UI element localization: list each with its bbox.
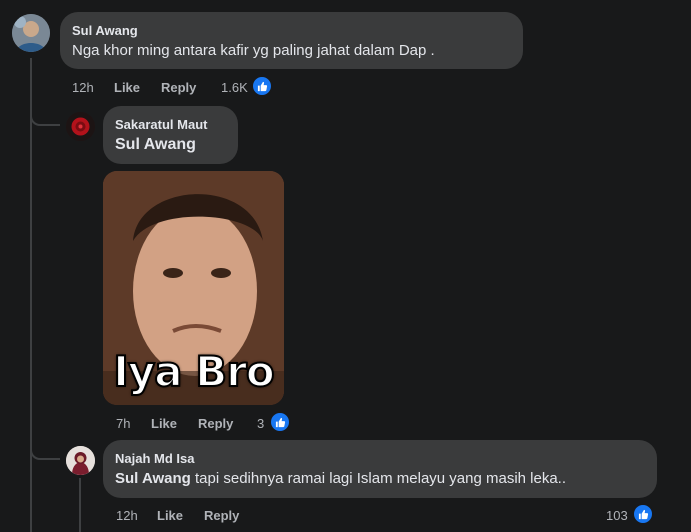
comment-timestamp[interactable]: 7h — [116, 416, 130, 431]
reply-button[interactable]: Reply — [198, 416, 233, 431]
thread-connector-1 — [30, 108, 60, 126]
avatar-sakaratul-maut[interactable] — [66, 112, 95, 141]
mention-link[interactable]: Sul Awang — [115, 136, 196, 154]
mention-link[interactable]: Sul Awang — [115, 470, 191, 487]
like-button[interactable]: Like — [157, 508, 183, 523]
comment-timestamp[interactable]: 12h — [116, 508, 138, 523]
reaction-count[interactable]: 103 — [606, 508, 628, 523]
thread-line-reply — [79, 478, 81, 532]
person-icon — [66, 446, 95, 475]
like-button[interactable]: Like — [151, 416, 177, 431]
comment-text: tapi sedihnya ramai lagi Islam melayu ya… — [190, 470, 567, 487]
avatar-najah-md-isa[interactable] — [66, 446, 95, 475]
comment-bubble: Sul Awang Nga khor ming antara kafir yg … — [60, 12, 523, 69]
thumbs-up-icon — [257, 81, 267, 91]
reaction-count[interactable]: 1.6K — [221, 80, 248, 95]
comment-timestamp[interactable]: 12h — [72, 80, 94, 95]
reply-button[interactable]: Reply — [161, 80, 196, 95]
rose-logo-icon — [66, 112, 95, 141]
like-reaction-icon[interactable] — [632, 503, 654, 525]
reply-button[interactable]: Reply — [204, 508, 239, 523]
reaction-count[interactable]: 3 — [257, 416, 264, 431]
comment-text-line: Sul Awang tapi sedihnya ramai lagi Islam… — [115, 470, 566, 487]
person-icon — [12, 14, 50, 52]
thread-connector-2 — [30, 442, 60, 460]
comment-author[interactable]: Sul Awang — [72, 23, 138, 38]
gif-attachment[interactable]: Iya Bro — [103, 171, 284, 405]
thread-line-main — [30, 58, 32, 532]
comment-text: Nga khor ming antara kafir yg paling jah… — [72, 42, 435, 59]
gif-caption: Iya Bro — [112, 346, 276, 397]
thumbs-up-icon — [275, 417, 285, 427]
comment-bubble: Najah Md Isa Sul Awang tapi sedihnya ram… — [103, 440, 657, 498]
thumbs-up-icon — [638, 509, 648, 519]
like-button[interactable]: Like — [114, 80, 140, 95]
avatar-sul-awang[interactable] — [12, 14, 50, 52]
like-reaction-icon[interactable] — [269, 411, 291, 433]
comment-bubble: Sakaratul Maut Sul Awang — [103, 106, 238, 164]
like-reaction-icon[interactable] — [251, 75, 273, 97]
comment-author[interactable]: Sakaratul Maut — [115, 117, 207, 132]
comment-author[interactable]: Najah Md Isa — [115, 451, 194, 466]
